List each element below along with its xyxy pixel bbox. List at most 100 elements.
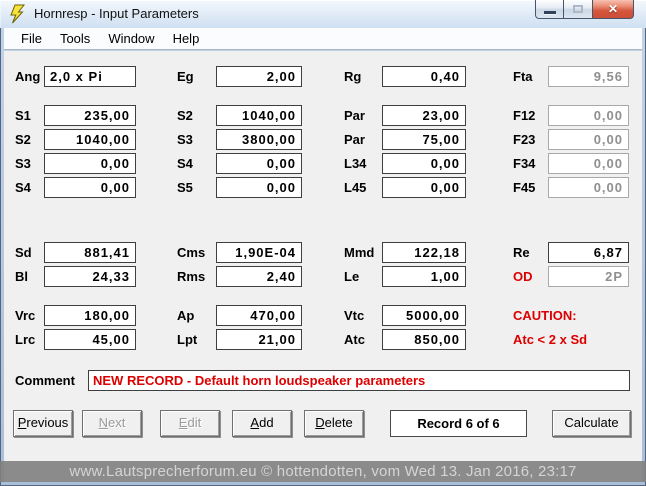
caution-detail: Atc < 2 x Sd [513,329,587,350]
field-le[interactable]: 1,00 [382,266,466,287]
label-le: Le [344,266,359,287]
close-icon: ✕ [608,0,618,18]
next-button-mnemonic: N [99,415,108,430]
maximize-icon [573,5,583,13]
label-vtc: Vtc [344,305,364,326]
field-sd[interactable]: 881,41 [44,242,136,263]
label-par2: Par [344,129,365,150]
field-f45: 0,00 [548,177,629,198]
label-l45: L45 [344,177,366,198]
field-atc[interactable]: 850,00 [382,329,466,350]
comment-field[interactable]: NEW RECORD - Default horn loudspeaker pa… [88,370,630,391]
calculate-button[interactable]: Calculate [552,410,631,437]
field-par1[interactable]: 23,00 [382,105,466,126]
label-s4b: S4 [15,177,31,198]
field-bl[interactable]: 24,33 [44,266,136,287]
field-ang[interactable]: 2,0 x Pi [44,66,136,87]
field-vtc[interactable]: 5000,00 [382,305,466,326]
label-lrc: Lrc [15,329,35,350]
menu-tools[interactable]: Tools [51,28,99,49]
label-f45: F45 [513,177,535,198]
field-rg[interactable]: 0,40 [382,66,466,87]
caution-heading: CAUTION: [513,305,577,326]
watermark-text: www.Lautsprecherforum.eu © hottendotten,… [0,461,646,482]
record-indicator: Record 6 of 6 [390,410,527,437]
minimize-icon [544,11,556,14]
add-button-label: dd [259,415,273,430]
next-button: Next [82,410,142,437]
field-s3a[interactable]: 3800,00 [216,129,302,150]
label-f34: F34 [513,153,535,174]
previous-button-label: revious [26,415,68,430]
label-atc: Atc [344,329,365,350]
label-bl: Bl [15,266,28,287]
label-mmd: Mmd [344,242,374,263]
field-lpt[interactable]: 21,00 [216,329,302,350]
edit-button: Edit [160,410,220,437]
previous-button[interactable]: Previous [13,410,73,437]
label-f12: F12 [513,105,535,126]
window-title: Hornresp - Input Parameters [34,0,199,27]
field-s3b[interactable]: 0,00 [44,153,136,174]
menu-file[interactable]: File [12,28,51,49]
delete-button-mnemonic: D [315,415,324,430]
label-s3b: S3 [15,153,31,174]
field-re[interactable]: 6,87 [548,242,629,263]
label-rms: Rms [177,266,205,287]
field-par2[interactable]: 75,00 [382,129,466,150]
comment-label: Comment [15,370,75,391]
field-l45[interactable]: 0,00 [382,177,466,198]
label-re: Re [513,242,530,263]
maximize-button [564,0,592,19]
add-button[interactable]: Add [232,410,292,437]
field-s2a[interactable]: 1040,00 [216,105,302,126]
field-f23: 0,00 [548,129,629,150]
menu-help[interactable]: Help [164,28,209,49]
label-s2a: S2 [177,105,193,126]
label-l34: L34 [344,153,366,174]
delete-button-label: elete [325,415,353,430]
field-f34: 0,00 [548,153,629,174]
label-s5: S5 [177,177,193,198]
field-s4a[interactable]: 0,00 [216,153,302,174]
label-s3a: S3 [177,129,193,150]
next-button-label: ext [108,415,125,430]
window-controls: ✕ [535,0,634,19]
label-par1: Par [344,105,365,126]
field-s4b[interactable]: 0,00 [44,177,136,198]
delete-button[interactable]: Delete [304,410,364,437]
add-button-mnemonic: A [250,415,259,430]
minimize-button[interactable] [535,0,564,19]
title-bar[interactable]: Hornresp - Input Parameters ✕ [0,0,646,28]
menu-window[interactable]: Window [99,28,163,49]
field-rms[interactable]: 2,40 [216,266,302,287]
edit-button-label: dit [187,415,201,430]
label-s1: S1 [15,105,31,126]
field-s5[interactable]: 0,00 [216,177,302,198]
close-button[interactable]: ✕ [592,0,634,19]
label-eg: Eg [177,66,194,87]
field-l34[interactable]: 0,00 [382,153,466,174]
label-ang: Ang [15,66,40,87]
field-s2b[interactable]: 1040,00 [44,129,136,150]
calculate-button-label: Calculate [564,415,618,430]
label-s4a: S4 [177,153,193,174]
field-od: 2P [548,266,629,287]
field-ap[interactable]: 470,00 [216,305,302,326]
lightning-bolt-icon [9,4,27,24]
label-lpt: Lpt [177,329,197,350]
field-cms[interactable]: 1,90E-04 [216,242,302,263]
label-sd: Sd [15,242,32,263]
field-mmd[interactable]: 122,18 [382,242,466,263]
label-ap: Ap [177,305,194,326]
label-f23: F23 [513,129,535,150]
field-lrc[interactable]: 45,00 [44,329,136,350]
field-s1[interactable]: 235,00 [44,105,136,126]
field-eg[interactable]: 2,00 [216,66,302,87]
label-vrc: Vrc [15,305,35,326]
menu-bar: File Tools Window Help [4,28,642,50]
label-od: OD [513,266,533,287]
hornresp-window: Hornresp - Input Parameters ✕ File Tools… [0,0,646,486]
field-vrc[interactable]: 180,00 [44,305,136,326]
field-f12: 0,00 [548,105,629,126]
